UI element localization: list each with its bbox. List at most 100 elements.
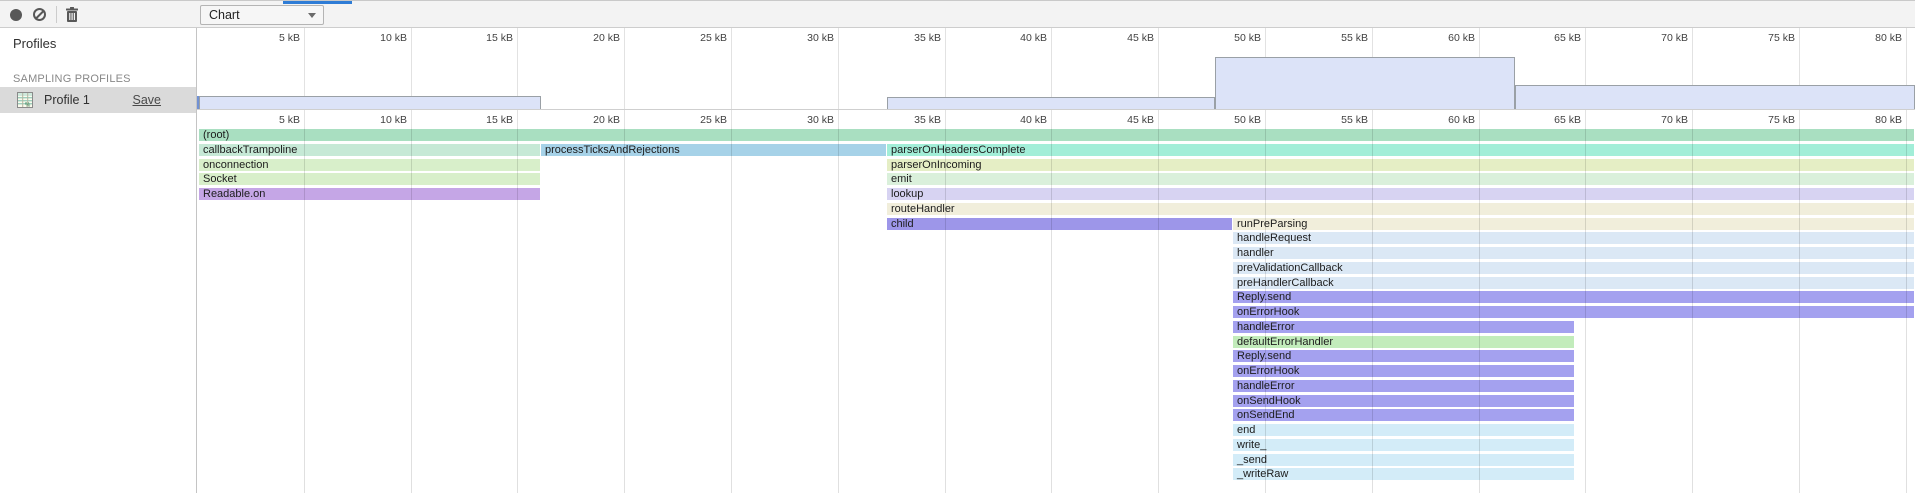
tick-label-60kb: 60 kB bbox=[1415, 32, 1475, 44]
gridline-40kb bbox=[1051, 110, 1052, 127]
tick-label-50kb: 50 kB bbox=[1201, 114, 1261, 126]
chart-pane: 5 kB 10 kB 15 kB 20 kB 25 kB 30 kB 35 kB 40 kB 4… bbox=[197, 28, 1915, 493]
flame-bar-onSendHook[interactable]: onSendHook bbox=[1233, 395, 1574, 407]
gridline-55kb bbox=[1372, 110, 1373, 127]
gridline-75kb bbox=[1799, 110, 1800, 127]
gridline-70kb bbox=[1692, 127, 1693, 493]
flame-bar-(root)[interactable]: (root) bbox=[199, 129, 1914, 141]
gridline-20kb bbox=[624, 110, 625, 127]
flame-bar-routeHandler[interactable]: routeHandler bbox=[887, 203, 1914, 215]
heap-profiler-panel: Chart Profiles SAMPLING PROFILES % Profi… bbox=[0, 0, 1915, 493]
flame-bar-Readable.on[interactable]: Readable.on bbox=[199, 188, 540, 200]
flame-bar-end[interactable]: end bbox=[1233, 424, 1574, 436]
gridline-15kb bbox=[517, 110, 518, 127]
flame-bar-callbackTrampoline[interactable]: callbackTrampoline bbox=[199, 144, 540, 156]
tick-label-60kb: 60 kB bbox=[1415, 114, 1475, 126]
active-tab-indicator bbox=[283, 1, 352, 4]
tick-label-20kb: 20 kB bbox=[560, 114, 620, 126]
svg-text:%: % bbox=[25, 103, 31, 109]
trash-icon[interactable] bbox=[64, 6, 80, 23]
tick-label-80kb: 80 kB bbox=[1842, 32, 1902, 44]
flame-bar-emit[interactable]: emit bbox=[887, 173, 1914, 185]
tick-label-30kb: 30 kB bbox=[774, 32, 834, 44]
tick-label-25kb: 25 kB bbox=[667, 32, 727, 44]
record-icon[interactable] bbox=[10, 9, 22, 21]
flame-bar-preHandlerCallback[interactable]: preHandlerCallback bbox=[1233, 277, 1914, 289]
flame-bar-onSendEnd[interactable]: onSendEnd bbox=[1233, 409, 1574, 421]
gridline-30kb bbox=[838, 127, 839, 493]
flame-bar-handleRequest[interactable]: handleRequest bbox=[1233, 232, 1914, 244]
flame-bar-processTicksAndRejections[interactable]: processTicksAndRejections bbox=[541, 144, 886, 156]
tick-label-55kb: 55 kB bbox=[1308, 32, 1368, 44]
gridline-20kb bbox=[624, 28, 625, 109]
save-profile-link[interactable]: Save bbox=[133, 93, 162, 107]
tick-label-45kb: 45 kB bbox=[1094, 114, 1154, 126]
sidebar-title: Profiles bbox=[13, 36, 56, 51]
flame-bar-write_[interactable]: write_ bbox=[1233, 439, 1574, 451]
toolbar-separator bbox=[56, 6, 57, 23]
gridline-50kb bbox=[1265, 110, 1266, 127]
gridline-50kb bbox=[1265, 127, 1266, 493]
tick-label-15kb: 15 kB bbox=[453, 114, 513, 126]
gridline-40kb bbox=[1051, 127, 1052, 493]
flame-bar-handleError[interactable]: handleError bbox=[1233, 380, 1574, 392]
tick-label-25kb: 25 kB bbox=[667, 114, 727, 126]
overview-step-3 bbox=[1215, 57, 1515, 109]
tick-label-75kb: 75 kB bbox=[1735, 114, 1795, 126]
overview-step-4 bbox=[1515, 85, 1915, 109]
tick-label-65kb: 65 kB bbox=[1521, 32, 1581, 44]
tick-label-65kb: 65 kB bbox=[1521, 114, 1581, 126]
tick-label-35kb: 35 kB bbox=[881, 32, 941, 44]
overview-step-2 bbox=[887, 97, 1215, 109]
flame-bar-defaultErrorHandler[interactable]: defaultErrorHandler bbox=[1233, 336, 1574, 348]
view-mode-value: Chart bbox=[201, 8, 240, 22]
tick-label-20kb: 20 kB bbox=[560, 32, 620, 44]
profile-icon: % bbox=[17, 92, 33, 108]
tick-label-30kb: 30 kB bbox=[774, 114, 834, 126]
clear-icon[interactable] bbox=[33, 8, 46, 21]
flame-bar-Socket[interactable]: Socket bbox=[199, 173, 540, 185]
gridline-45kb bbox=[1158, 127, 1159, 493]
flame-bar-onconnection[interactable]: onconnection bbox=[199, 159, 540, 171]
overview-pane[interactable]: 5 kB10 kB15 kB20 kB25 kB30 kB35 kB40 kB4… bbox=[197, 28, 1915, 109]
sidebar-item-profile-1[interactable]: % Profile 1 Save bbox=[0, 87, 196, 113]
gridline-60kb bbox=[1479, 127, 1480, 493]
gridline-15kb bbox=[517, 127, 518, 493]
tick-label-75kb: 75 kB bbox=[1735, 32, 1795, 44]
gridline-25kb bbox=[731, 127, 732, 493]
flame-bar-onErrorHook[interactable]: onErrorHook bbox=[1233, 306, 1914, 318]
overview-step-1 bbox=[199, 96, 541, 109]
tick-label-5kb: 5 kB bbox=[240, 32, 300, 44]
tick-label-40kb: 40 kB bbox=[987, 114, 1047, 126]
tick-label-10kb: 10 kB bbox=[347, 32, 407, 44]
gridline-5kb bbox=[304, 127, 305, 493]
flame-bar-parserOnHeadersComplete[interactable]: parserOnHeadersComplete bbox=[887, 144, 1914, 156]
flame-bar-lookup[interactable]: lookup bbox=[887, 188, 1914, 200]
flame-bar-_send[interactable]: _send bbox=[1233, 454, 1574, 466]
tick-label-70kb: 70 kB bbox=[1628, 32, 1688, 44]
flame-bar-handleError[interactable]: handleError bbox=[1233, 321, 1574, 333]
gridline-25kb bbox=[731, 110, 732, 127]
gridline-10kb bbox=[411, 127, 412, 493]
gridline-35kb bbox=[945, 110, 946, 127]
flame-bar-parserOnIncoming[interactable]: parserOnIncoming bbox=[887, 159, 1914, 171]
profiler-toolbar: Chart bbox=[0, 1, 1915, 28]
flame-bar-_writeRaw[interactable]: _writeRaw bbox=[1233, 468, 1574, 480]
flame-bar-Reply.send[interactable]: Reply.send bbox=[1233, 291, 1914, 303]
tick-label-5kb: 5 kB bbox=[240, 114, 300, 126]
overview-window-grip[interactable] bbox=[197, 96, 199, 109]
profile-name: Profile 1 bbox=[44, 93, 90, 107]
gridline-65kb bbox=[1585, 110, 1586, 127]
gridline-5kb bbox=[304, 110, 305, 127]
gridline-10kb bbox=[411, 110, 412, 127]
flame-bar-child[interactable]: child bbox=[887, 218, 1232, 230]
flame-bar-handler[interactable]: handler bbox=[1233, 247, 1914, 259]
flame-bar-runPreParsing[interactable]: runPreParsing bbox=[1233, 218, 1914, 230]
gridline-20kb bbox=[624, 127, 625, 493]
chevron-down-icon bbox=[308, 13, 316, 18]
tick-label-45kb: 45 kB bbox=[1094, 32, 1154, 44]
flame-bar-Reply.send[interactable]: Reply.send bbox=[1233, 350, 1574, 362]
flame-bar-preValidationCallback[interactable]: preValidationCallback bbox=[1233, 262, 1914, 274]
flame-bar-onErrorHook[interactable]: onErrorHook bbox=[1233, 365, 1574, 377]
view-mode-select[interactable]: Chart bbox=[200, 5, 324, 25]
